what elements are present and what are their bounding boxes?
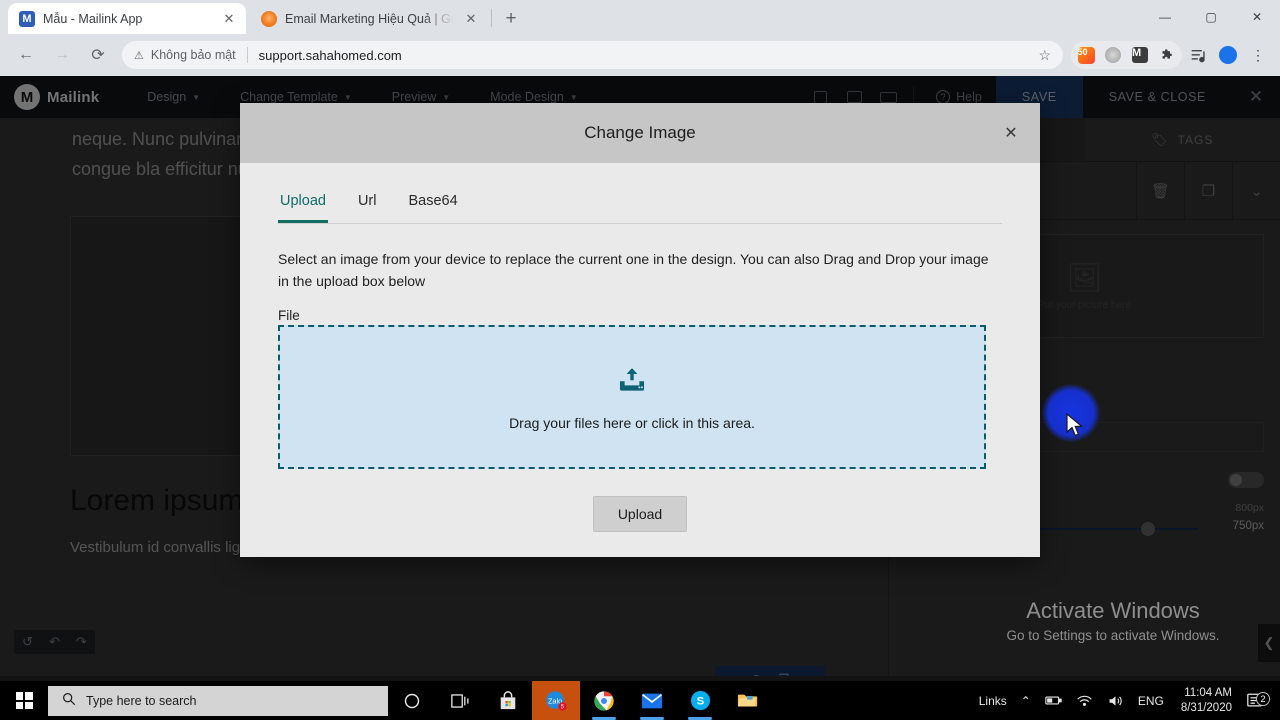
upload-icon: [619, 368, 645, 391]
system-tray: Links ⌃ ENG 11:04 AM 8/31/2020 2: [972, 686, 1280, 716]
wifi-glyph: [1077, 695, 1092, 706]
clock-time: 11:04 AM: [1184, 686, 1232, 699]
windows-taskbar: Type here to search Zalo 5 S Links ⌃ ENG…: [0, 681, 1280, 720]
language-indicator[interactable]: ENG: [1131, 694, 1171, 708]
task-view-glyph: [450, 693, 468, 708]
bookmark-star-icon[interactable]: ☆: [1038, 47, 1051, 64]
extension-50-badge: 50: [1077, 46, 1095, 64]
taskbar-search-placeholder: Type here to search: [86, 693, 197, 708]
extension-gray-icon[interactable]: [1100, 42, 1126, 68]
mouse-cursor: [1066, 413, 1084, 437]
back-button[interactable]: ←: [11, 40, 41, 70]
cortana-icon[interactable]: [388, 681, 436, 720]
tab-url[interactable]: Url: [356, 185, 379, 223]
browser-chrome: M Mẫu - Mailink App ✕ Email Marketing Hi…: [0, 0, 1280, 710]
cortana-glyph: [404, 693, 420, 708]
taskbar-search-input[interactable]: Type here to search: [48, 685, 388, 716]
reload-button[interactable]: ⟳: [83, 40, 113, 70]
avatar: [1219, 46, 1237, 64]
folder-glyph: [737, 694, 758, 706]
puzzle-glyph: [1162, 48, 1172, 59]
window-maximize-button[interactable]: ▢: [1188, 0, 1234, 34]
extension-50-icon[interactable]: 50: [1073, 42, 1099, 68]
tab-divider: [491, 9, 492, 27]
mail-glyph: [641, 693, 663, 708]
modal-body: Upload Url Base64 Select an image from y…: [240, 163, 1040, 323]
zalo-icon[interactable]: Zalo 5: [532, 681, 580, 720]
file-explorer-icon[interactable]: [724, 681, 772, 720]
address-bar-url: support.sahahomed.com/templates: [0, 47, 1280, 710]
skype-glyph: S: [690, 690, 710, 711]
volume-glyph: [1109, 695, 1122, 706]
browser-toolbar: ← → ⟳ ⚠ Không bảo mật support.sahahomed.…: [0, 34, 1280, 710]
tray-expand-icon[interactable]: ⌃: [1014, 694, 1038, 708]
reading-list-icon[interactable]: [1184, 41, 1212, 69]
modal-tabs: Upload Url Base64: [278, 185, 1002, 224]
microsoft-store-icon[interactable]: [484, 681, 532, 720]
chrome-menu-icon[interactable]: ⋮: [1244, 41, 1272, 69]
windows-logo-icon: [15, 692, 33, 709]
chrome-glyph: [594, 690, 614, 711]
modal-description: Select an image from your device to repl…: [278, 251, 989, 289]
window-minimize-button[interactable]: —: [1142, 0, 1188, 34]
browser-tab-close-icon[interactable]: ✕: [220, 10, 238, 28]
window-controls: — ▢ ✕: [1142, 0, 1280, 34]
browser-tab-title: Mẫu - Mailink App: [43, 11, 143, 26]
change-image-modal: Change Image ✕ Upload Url Base64 Select …: [240, 103, 1040, 557]
window-close-button[interactable]: ✕: [1234, 0, 1280, 34]
notification-badge: 2: [1256, 692, 1270, 706]
modal-header: Change Image ✕: [240, 103, 1040, 163]
mail-icon[interactable]: [628, 681, 676, 720]
not-secure-label: Không bảo mật: [150, 48, 236, 62]
modal-title: Change Image: [584, 123, 696, 142]
upload-button[interactable]: Upload: [592, 496, 688, 532]
profile-avatar-icon[interactable]: [1214, 41, 1242, 69]
store-glyph: [500, 690, 516, 709]
tray-links-label[interactable]: Links: [972, 694, 1014, 708]
battery-glyph: [1045, 696, 1062, 705]
browser-tab-title: Email Marketing Hiệu Quả | Gửi E: [285, 11, 454, 26]
svg-text:S: S: [696, 696, 704, 708]
new-tab-button[interactable]: +: [498, 6, 524, 32]
extension-mailink-icon[interactable]: M: [1127, 42, 1153, 68]
omnibox-divider: [246, 47, 248, 63]
wifi-icon[interactable]: [1069, 694, 1100, 707]
skype-icon[interactable]: S: [676, 681, 724, 720]
search-icon: [62, 692, 76, 709]
file-dropzone[interactable]: Drag your files here or click in this ar…: [278, 325, 986, 469]
extension-puzzle-icon[interactable]: [1154, 42, 1180, 68]
address-bar[interactable]: ⚠ Không bảo mật support.sahahomed.com/te…: [0, 41, 1280, 710]
file-field-label: File: [278, 308, 300, 323]
orange-favicon-icon: [261, 10, 277, 27]
browser-tab-inactive[interactable]: Email Marketing Hiệu Quả | Gửi E ✕: [250, 3, 488, 34]
reading-list-glyph: [1191, 49, 1205, 62]
chrome-icon[interactable]: [580, 681, 628, 720]
forward-button[interactable]: →: [47, 40, 77, 70]
tab-base64[interactable]: Base64: [406, 185, 459, 223]
extensions-group: 50 M: [1071, 41, 1182, 69]
modal-footer: Upload: [240, 471, 1040, 557]
volume-icon[interactable]: [1100, 694, 1131, 708]
start-button[interactable]: [0, 681, 48, 720]
extension-mailink-glyph: M: [1132, 47, 1148, 63]
dropzone-label: Drag your files here or click in this ar…: [509, 415, 755, 431]
browser-tab-active[interactable]: M Mẫu - Mailink App ✕: [8, 3, 246, 34]
browser-tab-close-icon[interactable]: ✕: [462, 10, 480, 28]
not-secure-warning-icon: ⚠: [134, 49, 144, 62]
extension-gray-glyph: [1105, 47, 1121, 63]
notification-center-button[interactable]: 2: [1242, 692, 1276, 709]
modal-close-icon[interactable]: ✕: [998, 120, 1024, 146]
url-domain: support.sahahomed.com: [258, 47, 402, 63]
taskbar-clock[interactable]: 11:04 AM 8/31/2020: [1171, 686, 1242, 716]
battery-icon[interactable]: [1038, 694, 1069, 707]
zalo-glyph: Zalo 5: [546, 690, 567, 711]
browser-tabstrip: M Mẫu - Mailink App ✕ Email Marketing Hi…: [0, 0, 1280, 34]
clock-date: 8/31/2020: [1180, 701, 1232, 714]
tab-upload[interactable]: Upload: [278, 185, 328, 223]
task-view-icon[interactable]: [436, 681, 484, 720]
mailink-favicon-icon: M: [19, 10, 35, 27]
